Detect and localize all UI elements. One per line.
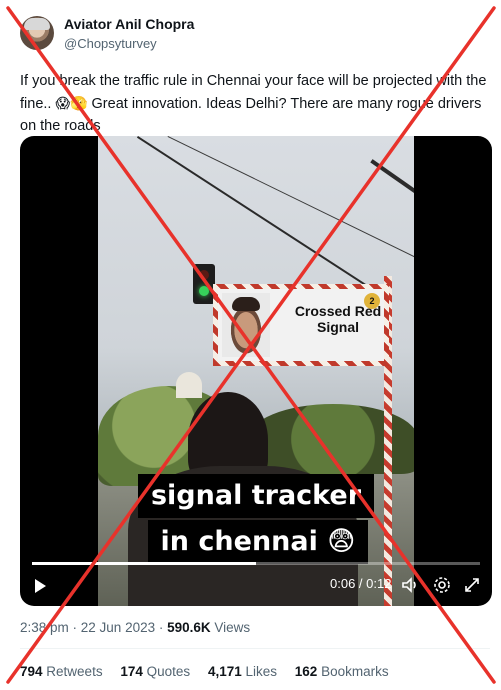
likes-count: 4,171 [207,664,242,679]
play-icon[interactable] [30,576,50,596]
progress-bar[interactable] [32,562,480,565]
bookmarks-stat[interactable]: 162 Bookmarks [295,664,389,679]
signal-green-light [199,286,209,296]
tweet-text: If you break the traffic rule in Chennai… [20,70,490,137]
overhead-wire [167,136,414,260]
traffic-signal [193,264,215,304]
avatar[interactable] [20,16,54,50]
settings-icon[interactable] [432,575,452,595]
likes-stat[interactable]: 4,171 Likes [208,664,277,679]
face-hair [232,297,260,311]
tweet-meta: 2:38 pm · 22 Jun 2023 · 590.6K Views [20,620,250,635]
bookmarks-label: Bookmarks [321,664,389,679]
video-time: 0:06 / 0:12 [330,576,392,591]
engagement-stats: 794 Retweets 174 Quotes 4,171 Likes 162 … [20,664,403,679]
meta-separator: · [68,620,81,635]
video-player[interactable]: Crossed Red Signal 2 signal tracker in c… [20,136,492,606]
retweets-stat[interactable]: 794 Retweets [20,664,103,679]
tweet-text-part2: Great innovation. Ideas Delhi? There are… [20,96,482,134]
tweet-time[interactable]: 2:38 pm [20,620,69,635]
tweet-date[interactable]: 22 Jun 2023 [81,620,155,635]
tweet-emojis: 😱🫣 [55,95,88,111]
views-count: 590.6K [167,620,211,635]
author-handle[interactable]: @Chopsyturvey [64,36,157,51]
tweet-card: Aviator Anil Chopra @Chopsyturvey If you… [0,0,501,690]
bookmarks-count: 162 [294,664,318,679]
retweets-label: Retweets [46,664,103,679]
overhead-wire [136,136,373,291]
divider [20,648,490,649]
progress-fill [32,562,256,565]
violator-face-image [222,293,270,357]
signal-red-light [199,270,209,280]
meta-separator: · [155,620,168,635]
dome-building [176,372,202,398]
pole-arm [370,159,414,197]
volume-icon[interactable] [400,575,420,595]
video-frame: Crossed Red Signal 2 signal tracker in c… [98,136,414,606]
avatar-hair [24,18,50,30]
likes-label: Likes [245,664,278,679]
video-caption-line1: signal tracker [138,474,374,518]
author-name[interactable]: Aviator Anil Chopra [64,16,194,32]
signal-display-board: Crossed Red Signal 2 [213,284,389,366]
video-caption-line2: in chennai 😨 [148,520,368,564]
views-label: Views [210,620,251,635]
board-number: 2 [364,293,380,309]
retweets-count: 794 [20,664,43,679]
fullscreen-icon[interactable] [462,575,482,595]
quotes-label: Quotes [146,664,191,679]
video-controls: 0:06 / 0:12 [20,562,492,606]
quotes-count: 174 [120,664,143,679]
quotes-stat[interactable]: 174 Quotes [120,664,190,679]
